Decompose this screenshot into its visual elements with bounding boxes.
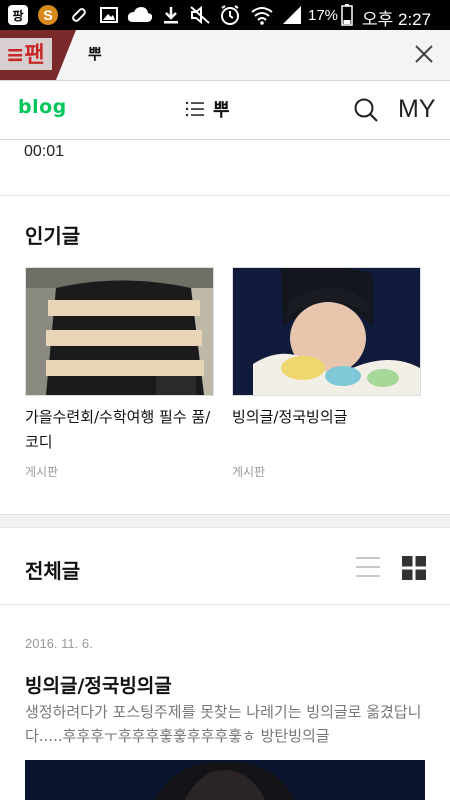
divider [0,195,450,196]
grid-view-icon[interactable] [402,556,426,580]
browser-tab-bar: ≡팬 뿌 [0,30,450,81]
post-thumbnail[interactable] [25,760,425,800]
popular-card-title[interactable]: 빙의글/정국빙의글 [232,405,424,430]
download-icon [160,4,182,26]
list-view-icon[interactable] [356,556,380,578]
popular-card-category: 게시판 [25,465,59,479]
image-icon [98,4,120,26]
divider [0,604,450,605]
svg-text:≡팬: ≡팬 [6,43,45,68]
search-icon[interactable] [353,97,379,123]
popular-card-image[interactable] [232,267,421,396]
close-icon[interactable] [412,42,436,66]
s-app-icon: S [36,4,60,26]
clock: 오후 2:27 [362,10,432,29]
popular-card-image[interactable] [25,267,214,396]
blog-title[interactable]: 뿌 [213,96,230,122]
pill-icon [68,4,90,26]
app-logo-icon: 팡 [6,4,30,26]
time-label: 00:01 [24,143,65,160]
tab-title[interactable]: 뿌 [88,43,102,64]
mute-icon [188,4,212,26]
tab-app-icon[interactable]: ≡팬 [0,30,76,80]
blog-logo[interactable]: blog [18,96,67,118]
post-date: 2016. 11. 6. [25,636,93,651]
svg-text:S: S [43,7,52,23]
menu-icon[interactable] [185,99,205,119]
all-posts-title: 전체글 [25,559,81,583]
wifi-icon [250,4,274,26]
svg-text:팡: 팡 [12,8,23,23]
status-bar: 팡 S 17% 오후 2:27 [0,0,450,30]
alarm-icon [218,4,242,26]
popular-card-title[interactable]: 가을수련회/수학여행 필수 품/코디 [25,405,217,455]
popular-card-category: 게시판 [232,465,266,479]
popular-title: 인기글 [25,224,81,248]
battery-percent: 17% [308,7,339,24]
blog-header: blog 뿌 MY [0,81,450,140]
cloud-icon [126,4,154,26]
my-button[interactable]: MY [398,95,436,124]
battery-icon [340,4,354,26]
section-gap [0,514,450,528]
post-title[interactable]: 빙의글/정국빙의글 [25,671,172,698]
post-excerpt[interactable]: 생정하려다가 포스팅주제를 못찾는 나레기는 빙의글로 옮겼답니다.....후후… [25,700,430,748]
signal-icon [280,4,304,26]
